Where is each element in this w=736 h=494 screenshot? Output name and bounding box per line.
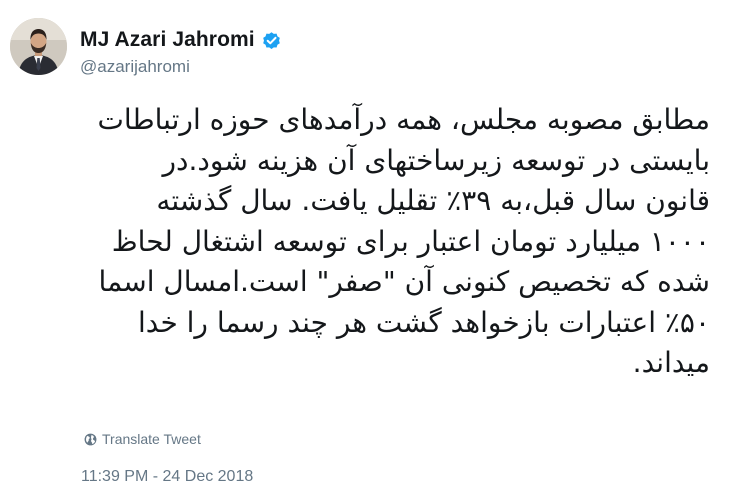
name-row: MJ Azari Jahromi <box>80 26 282 54</box>
tweet-card: MJ Azari Jahromi @azarijahromi مطابق مصو… <box>0 0 736 494</box>
avatar[interactable] <box>10 18 67 75</box>
profile-photo <box>10 18 67 75</box>
translate-label: Translate Tweet <box>102 431 201 447</box>
tweet-timestamp[interactable]: 11:39 PM - 24 Dec 2018 <box>81 468 253 486</box>
user-handle[interactable]: @azarijahromi <box>80 57 190 77</box>
verified-badge-icon <box>261 30 282 51</box>
tweet-text: مطابق مصوبه مجلس، همه درآمدهای حوزه ارتب… <box>97 103 710 379</box>
display-name[interactable]: MJ Azari Jahromi <box>80 28 255 52</box>
globe-icon <box>84 433 97 446</box>
translate-tweet-button[interactable]: Translate Tweet <box>84 430 201 448</box>
